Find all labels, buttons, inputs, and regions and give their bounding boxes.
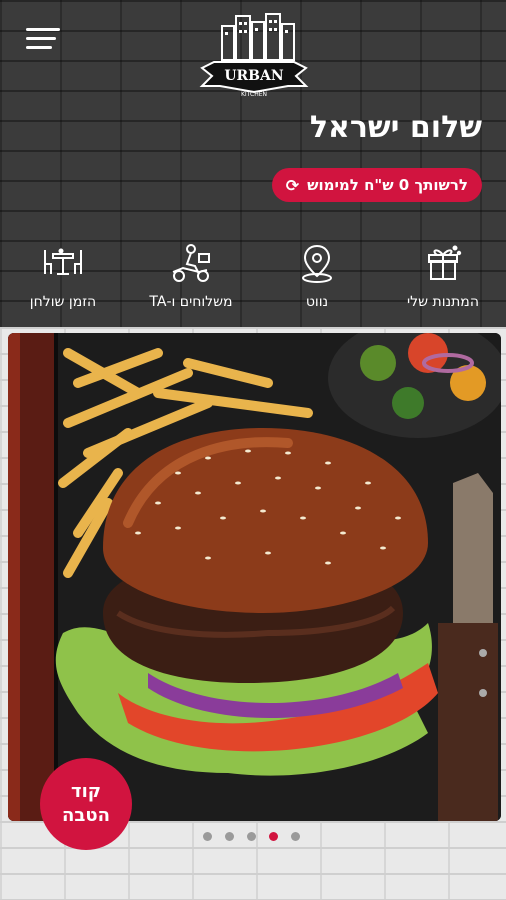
- hamburger-menu-icon[interactable]: [26, 28, 62, 52]
- greeting-title: שלום ישראל: [309, 110, 482, 145]
- quick-action-delivery[interactable]: משלוחים ו-TA: [128, 238, 254, 310]
- carousel-dot-2[interactable]: [225, 832, 234, 841]
- coupon-code-line1: קוד: [70, 781, 101, 802]
- carousel-dot-1[interactable]: [203, 832, 212, 841]
- balance-label: לרשותך 0 ש"ח למימוש: [307, 176, 468, 194]
- svg-text:URBAN: URBAN: [224, 68, 284, 84]
- quick-actions-bar: המתנות שלי נווט משלוחים ו-TA הזמן שולחן: [0, 238, 506, 318]
- svg-text:KITCHEN: KITCHEN: [241, 91, 267, 98]
- location-pin-icon: [254, 238, 380, 288]
- carousel-dot-3[interactable]: [247, 832, 256, 841]
- quick-action-book-table[interactable]: הזמן שולחן: [0, 238, 126, 310]
- carousel-pagination: [203, 832, 300, 841]
- quick-action-label: משלוחים ו-TA: [149, 294, 233, 310]
- table-chairs-icon: [0, 238, 126, 288]
- balance-badge[interactable]: לרשותך 0 ש"ח למימוש ⟳: [271, 168, 482, 202]
- coupon-code-button[interactable]: קוד הטבה: [40, 758, 132, 850]
- refresh-icon[interactable]: ⟳: [286, 176, 299, 195]
- promo-carousel-image[interactable]: [8, 333, 501, 821]
- carousel-dot-4[interactable]: [269, 832, 278, 841]
- coupon-code-line2: הטבה: [62, 805, 110, 826]
- quick-action-label: המתנות שלי: [407, 294, 479, 310]
- urban-kitchen-logo: URBAN KITCHEN: [192, 12, 316, 100]
- quick-action-label: הזמן שולחן: [29, 294, 97, 310]
- delivery-scooter-icon: [128, 238, 254, 288]
- quick-action-navigate[interactable]: נווט: [254, 238, 380, 310]
- quick-action-gifts[interactable]: המתנות שלי: [380, 238, 506, 310]
- carousel-dot-5[interactable]: [291, 832, 300, 841]
- quick-action-label: נווט: [305, 294, 329, 310]
- gift-icon: [380, 238, 506, 288]
